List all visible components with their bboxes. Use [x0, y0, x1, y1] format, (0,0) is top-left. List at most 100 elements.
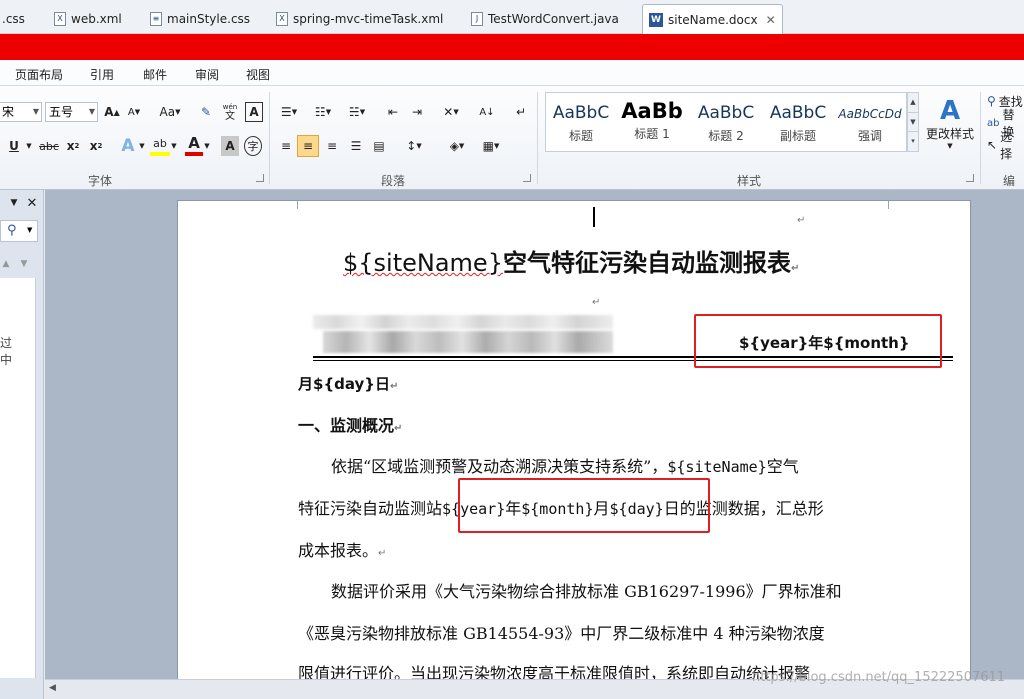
text-effects-icon[interactable]: A	[118, 135, 138, 157]
more-icon[interactable]: ▾	[908, 131, 918, 150]
shading-icon[interactable]: ◈ ▼	[443, 136, 471, 156]
chevron-up-icon[interactable]: ▲	[0, 258, 12, 270]
style-sample: AaBbC	[697, 103, 755, 123]
chevron-down-icon[interactable]: ▼	[138, 136, 146, 156]
change-styles-icon: A	[939, 95, 961, 126]
document-page[interactable]: ↵ ${siteName}空气特征污染自动监测报表↵ ↵ ${year}年${m…	[177, 200, 971, 690]
align-center-icon[interactable]: ≡	[297, 135, 319, 157]
close-icon[interactable]: ✕	[766, 13, 776, 27]
justify-icon[interactable]: ☰	[346, 136, 366, 156]
decrease-indent-icon[interactable]: ⇤	[383, 102, 403, 122]
chevron-down-icon[interactable]: ▼	[24, 136, 34, 156]
replace-icon: ab	[987, 117, 1000, 129]
subscript-icon[interactable]: x2	[65, 136, 81, 156]
tab-label: .css	[2, 11, 25, 26]
yue-text: 月	[298, 375, 314, 393]
style-emphasis[interactable]: AaBbCcDd 强调	[834, 93, 906, 151]
paragraph-line: 数据评价采用《大气污染物综合排放标准 GB16297-1996》厂界标准和	[331, 578, 842, 602]
section-heading: 一、监测概况↵	[298, 412, 402, 436]
chevron-down-icon: ▼	[27, 226, 33, 234]
ri-text: 日	[375, 375, 391, 393]
search-input[interactable]: ⚲ ▼	[0, 220, 38, 242]
show-marks-icon[interactable]: ↵	[512, 102, 530, 122]
font-color-icon[interactable]: A	[185, 134, 203, 156]
paragraph-mark: ↵	[378, 548, 387, 559]
chevron-down-icon[interactable]: ▼	[18, 258, 30, 270]
strikethrough-icon[interactable]: abc	[38, 136, 60, 156]
borders-icon[interactable]: ▦ ▼	[477, 136, 505, 156]
numbering-icon[interactable]: ☷ ▼	[309, 102, 337, 122]
change-styles-label: 更改样式	[925, 126, 974, 141]
highlight-icon[interactable]: ab	[150, 134, 170, 156]
grow-font-icon[interactable]: A ▲	[103, 102, 121, 122]
character-border-icon[interactable]: A	[245, 102, 263, 122]
shrink-font-icon[interactable]: A ▼	[125, 102, 143, 122]
style-subtitle[interactable]: AaBbC 副标题	[762, 93, 834, 151]
word-file-icon: W	[649, 12, 663, 27]
style-heading-1[interactable]: AaBb 标题 1	[616, 93, 688, 151]
redacted-text	[323, 331, 613, 353]
redacted-text	[313, 315, 613, 329]
underline-icon[interactable]: U	[6, 136, 22, 156]
highlight-box	[694, 314, 942, 368]
dialog-launcher-icon[interactable]	[966, 174, 974, 182]
align-right-icon[interactable]: ≡	[322, 136, 342, 156]
chevron-down-icon[interactable]: ▼	[908, 112, 918, 131]
multilevel-list-icon[interactable]: ☵ ▼	[343, 102, 371, 122]
site-name-field: ${siteName}	[667, 458, 767, 476]
tab-label: mainStyle.css	[167, 11, 251, 26]
tab-css-file[interactable]: .css	[2, 5, 25, 32]
tab-review[interactable]: 审阅	[195, 66, 219, 83]
change-case-icon[interactable]: Aa ▼	[157, 102, 183, 122]
tab-label: siteName.docx	[668, 12, 758, 27]
paragraph-line: 依据“区域监测预警及动态溯源决策支持系统”，${siteName}空气	[331, 453, 799, 477]
line-spacing-icon[interactable]: ↕ ▼	[400, 136, 428, 156]
group-label-font: 字体	[88, 174, 113, 188]
tab-spring-mvc-xml[interactable]: X spring-mvc-timeTask.xml	[276, 5, 443, 32]
style-heading-2[interactable]: AaBbC 标题 2	[690, 93, 762, 151]
tab-sitename-docx[interactable]: W siteName.docx ✕	[642, 4, 783, 34]
dialog-launcher-icon[interactable]	[523, 174, 531, 182]
superscript-icon[interactable]: x2	[88, 136, 104, 156]
find-icon: ⚲	[987, 94, 996, 108]
tab-label: spring-mvc-timeTask.xml	[293, 11, 444, 26]
increase-indent-icon[interactable]: ⇥	[407, 102, 427, 122]
distributed-icon[interactable]: ▤	[369, 136, 389, 156]
bullets-icon[interactable]: ☰ ▼	[276, 102, 302, 122]
select-button[interactable]: ↖ 选择	[987, 130, 1024, 161]
close-icon[interactable]: ✕	[25, 195, 39, 211]
chevron-down-icon[interactable]: ▼	[203, 136, 211, 156]
chevron-up-icon[interactable]: ▲	[908, 93, 918, 112]
chevron-left-icon[interactable]: ◀	[49, 683, 56, 693]
tab-references[interactable]: 引用	[90, 66, 114, 83]
text-run: 数据评价采用《大气污染物综合排放标准 GB16297-1996》厂界标准和	[331, 582, 842, 601]
margin-marker	[888, 201, 889, 209]
sort-icon[interactable]: A↓	[476, 102, 498, 122]
tab-label: TestWordConvert.java	[488, 11, 619, 26]
enclose-character-icon[interactable]: 字	[244, 136, 262, 156]
tab-page-layout[interactable]: 页面布局	[15, 66, 63, 83]
font-name-combo[interactable]: 宋 ▼	[0, 102, 42, 122]
chinese-layout-icon[interactable]: ✕ ▼	[437, 102, 465, 122]
tab-testwordconvert-java[interactable]: J TestWordConvert.java	[471, 5, 619, 32]
word-window: .css X web.xml ≡ mainStyle.css X spring-…	[0, 0, 1024, 699]
tab-mailings[interactable]: 邮件	[143, 66, 167, 83]
tab-mainstyle-css[interactable]: ≡ mainStyle.css	[150, 5, 250, 32]
character-shading-icon[interactable]: A	[221, 136, 239, 156]
chevron-down-icon[interactable]: ▼	[8, 196, 20, 210]
paragraph-mark: ↵	[390, 381, 399, 392]
dialog-launcher-icon[interactable]	[256, 174, 264, 182]
day-line: 月${day}日↵	[298, 373, 398, 394]
phonetic-guide-icon[interactable]: wén 文	[220, 101, 240, 123]
chevron-down-icon[interactable]: ▼	[170, 136, 178, 156]
navigation-pane: ▼ ✕ ⚲ ▼ ▲ ▼ 过 中	[0, 190, 44, 699]
change-styles-button[interactable]: A 更改样式 ▼	[924, 94, 976, 152]
clear-format-icon[interactable]: ✎	[197, 102, 215, 122]
tab-view[interactable]: 视图	[246, 66, 270, 83]
font-size-combo[interactable]: 五号 ▼	[45, 102, 98, 122]
cursor-icon: ↖	[987, 138, 998, 152]
tab-web-xml[interactable]: X web.xml	[54, 5, 122, 32]
style-title[interactable]: AaBbC 标题	[546, 93, 616, 151]
align-left-icon[interactable]: ≡	[276, 136, 296, 156]
style-gallery-scroll[interactable]: ▲ ▼ ▾	[907, 92, 919, 152]
